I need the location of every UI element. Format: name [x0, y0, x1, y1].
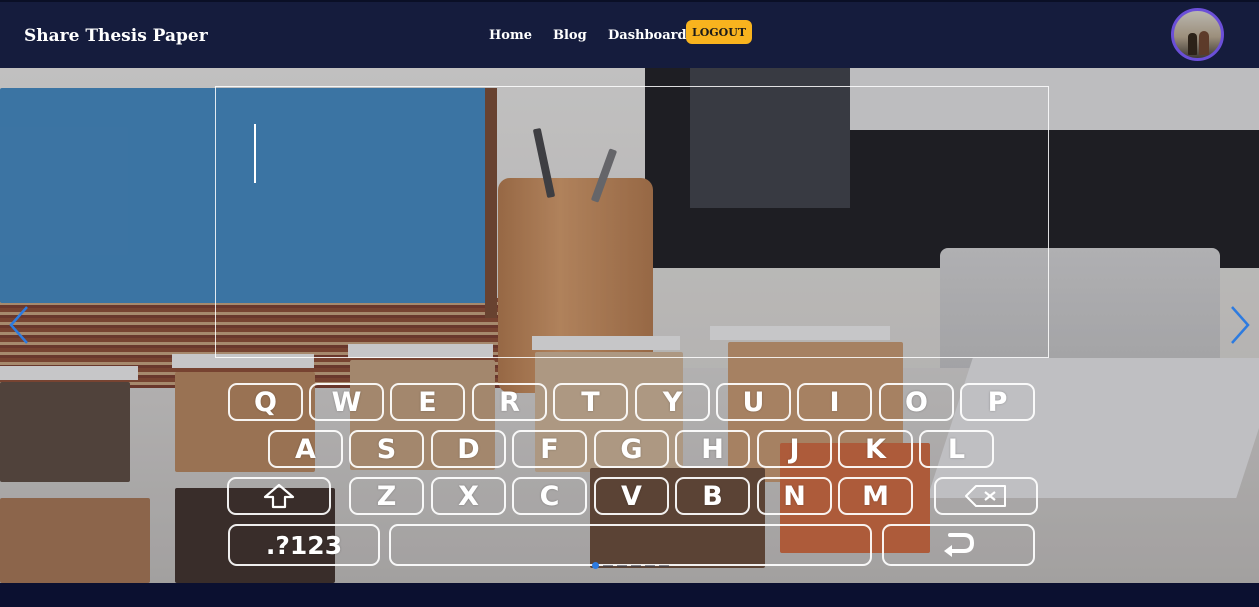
text-entry-area[interactable]: [215, 86, 1049, 358]
key-o[interactable]: O: [879, 383, 954, 421]
key-i[interactable]: I: [797, 383, 872, 421]
key-u[interactable]: U: [716, 383, 791, 421]
top-navbar: Share Thesis Paper Home Blog Dashboard L…: [0, 0, 1259, 68]
key-t[interactable]: T: [553, 383, 628, 421]
nav-link-home[interactable]: Home: [489, 28, 532, 43]
key-e[interactable]: E: [390, 383, 465, 421]
site-brand[interactable]: Share Thesis Paper: [24, 26, 208, 46]
key-z[interactable]: Z: [349, 477, 424, 515]
chevron-right-icon: [1231, 306, 1250, 344]
key-h[interactable]: H: [675, 430, 750, 468]
page-footer-bar: [0, 583, 1259, 607]
enter-key[interactable]: [882, 524, 1035, 566]
key-d[interactable]: D: [431, 430, 506, 468]
user-avatar[interactable]: [1171, 8, 1224, 61]
key-f[interactable]: F: [512, 430, 587, 468]
shift-key[interactable]: [227, 477, 331, 515]
key-p[interactable]: P: [960, 383, 1035, 421]
key-v[interactable]: V: [594, 477, 669, 515]
slider-prev-button[interactable]: [8, 305, 30, 345]
logout-button[interactable]: LOGOUT: [686, 20, 752, 44]
symbols-key[interactable]: .?123: [228, 524, 380, 566]
key-m[interactable]: M: [838, 477, 913, 515]
key-q[interactable]: Q: [228, 383, 303, 421]
nav-link-dashboard[interactable]: Dashboard: [608, 28, 687, 43]
key-j[interactable]: J: [757, 430, 832, 468]
key-w[interactable]: W: [309, 383, 384, 421]
key-x[interactable]: X: [431, 477, 506, 515]
backspace-icon: [965, 485, 1006, 507]
shift-arrow-icon: [263, 483, 295, 509]
key-b[interactable]: B: [675, 477, 750, 515]
chevron-left-icon: [9, 306, 28, 344]
avatar-photo-figure: [1188, 33, 1197, 55]
key-k[interactable]: K: [838, 430, 913, 468]
key-l[interactable]: L: [919, 430, 994, 468]
key-n[interactable]: N: [757, 477, 832, 515]
slider-indicator-active[interactable]: [592, 562, 599, 569]
backspace-key[interactable]: [934, 477, 1038, 515]
space-key[interactable]: [389, 524, 872, 566]
slider-indicator-track: [603, 565, 673, 567]
key-r[interactable]: R: [472, 383, 547, 421]
key-s[interactable]: S: [349, 430, 424, 468]
text-cursor: [254, 124, 256, 183]
avatar-photo-figure: [1199, 31, 1209, 55]
key-y[interactable]: Y: [635, 383, 710, 421]
slider-next-button[interactable]: [1229, 305, 1251, 345]
enter-return-icon: [943, 533, 974, 557]
key-c[interactable]: C: [512, 477, 587, 515]
key-a[interactable]: A: [268, 430, 343, 468]
key-g[interactable]: G: [594, 430, 669, 468]
nav-link-blog[interactable]: Blog: [553, 28, 587, 43]
